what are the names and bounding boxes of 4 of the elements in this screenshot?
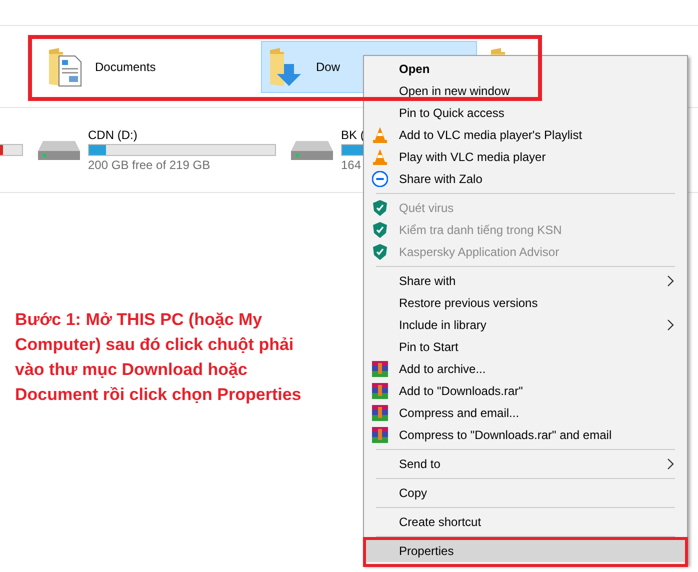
- drive-free-space: 164: [341, 158, 362, 172]
- drive-free-space: 200 GB free of 219 GB: [88, 158, 210, 172]
- instruction-text: Bước 1: Mở THIS PC (hoặc My Computer) sau đó click chuột phải vào thư mục Download hoặc Document rồi click chọn Properties: [15, 309, 302, 406]
- drive-label: CDN (D:): [88, 128, 138, 142]
